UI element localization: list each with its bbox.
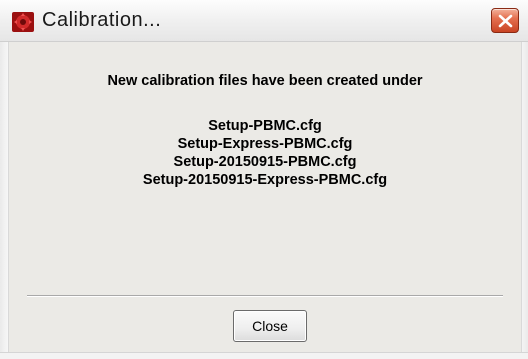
- calibration-dialog: Calibration... New calibration files hav…: [0, 0, 528, 359]
- window-frame-left: [0, 42, 8, 358]
- file-name: Setup-Express-PBMC.cfg: [177, 136, 353, 152]
- file-name: Setup-20150915-PBMC.cfg: [173, 154, 357, 170]
- file-list: Setup-PBMC.cfg Setup-Express-PBMC.cfg Se…: [9, 117, 521, 189]
- window-title: Calibration...: [42, 9, 162, 31]
- red-gear-icon: [12, 12, 34, 32]
- close-x-icon: [498, 14, 513, 28]
- dialog-body: New calibration files have been created …: [8, 42, 522, 352]
- close-button[interactable]: Close: [233, 310, 307, 342]
- title-bar[interactable]: Calibration...: [0, 0, 528, 42]
- message-text: New calibration files have been created …: [107, 73, 423, 89]
- separator-line: [27, 295, 503, 297]
- file-name: Setup-20150915-Express-PBMC.cfg: [142, 172, 388, 188]
- close-window-button[interactable]: [491, 8, 519, 33]
- file-name: Setup-PBMC.cfg: [208, 118, 322, 134]
